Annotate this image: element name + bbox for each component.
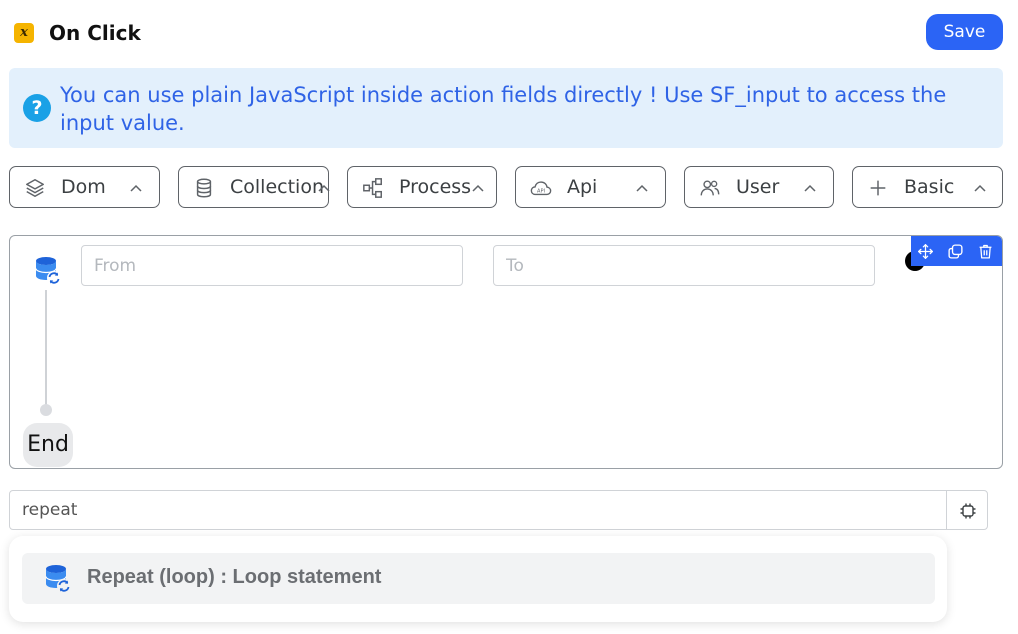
category-api-label: Api <box>567 176 598 198</box>
flow-connector-line <box>45 290 47 406</box>
editor-header: x On Click Save <box>12 14 1003 50</box>
info-text: You can use plain JavaScript inside acti… <box>60 83 947 135</box>
from-input[interactable] <box>81 245 463 286</box>
suggestion-dropdown: Repeat (loop) : Loop statement <box>9 536 947 622</box>
database-sync-icon[interactable] <box>34 256 62 286</box>
category-user-label: User <box>736 176 780 198</box>
node-toolbar <box>911 236 1002 266</box>
to-input[interactable] <box>493 245 875 286</box>
trash-icon[interactable] <box>977 243 994 260</box>
layers-icon <box>26 179 44 197</box>
plus-icon <box>870 180 886 196</box>
category-user-button[interactable]: User <box>684 166 834 208</box>
end-node[interactable]: End <box>23 423 73 467</box>
variable-x-icon: x <box>14 23 34 43</box>
chevron-up-icon <box>974 184 986 192</box>
category-collection-label: Collection <box>230 176 324 198</box>
action-search-input[interactable] <box>9 490 947 530</box>
suggestion-item[interactable]: Repeat (loop) : Loop statement <box>22 553 935 604</box>
category-dom-button[interactable]: Dom <box>9 166 160 208</box>
cpu-chip-button[interactable] <box>946 490 988 530</box>
category-process-label: Process <box>399 176 472 198</box>
category-dom-label: Dom <box>61 176 106 198</box>
save-button[interactable]: Save <box>926 14 1003 50</box>
flow-nodes-icon <box>363 178 382 198</box>
chevron-up-icon <box>318 184 330 192</box>
cpu-chip-icon <box>960 503 976 519</box>
category-api-button[interactable]: API Api <box>515 166 666 208</box>
chevron-up-icon <box>130 184 142 192</box>
info-banner: ? You can use plain JavaScript inside ac… <box>9 68 1003 148</box>
cloud-api-icon: API <box>530 181 552 196</box>
category-process-button[interactable]: Process <box>347 166 497 208</box>
category-basic-label: Basic <box>904 176 955 198</box>
category-collection-button[interactable]: Collection <box>178 166 330 208</box>
chevron-up-icon <box>804 184 816 192</box>
move-icon[interactable] <box>917 243 934 260</box>
chevron-up-icon <box>472 184 484 192</box>
users-icon <box>700 180 720 196</box>
chevron-up-icon <box>636 184 648 192</box>
category-basic-button[interactable]: Basic <box>852 166 1003 208</box>
flow-connector-dot <box>40 404 52 416</box>
svg-text:API: API <box>537 189 545 195</box>
question-circle-icon: ? <box>23 94 51 122</box>
flow-canvas: End <box>9 235 1003 469</box>
database-sync-icon <box>45 565 71 593</box>
suggestion-label: Repeat (loop) : Loop statement <box>87 566 382 588</box>
page-title: On Click <box>49 21 141 45</box>
database-icon <box>196 178 212 198</box>
copy-icon[interactable] <box>947 243 964 260</box>
